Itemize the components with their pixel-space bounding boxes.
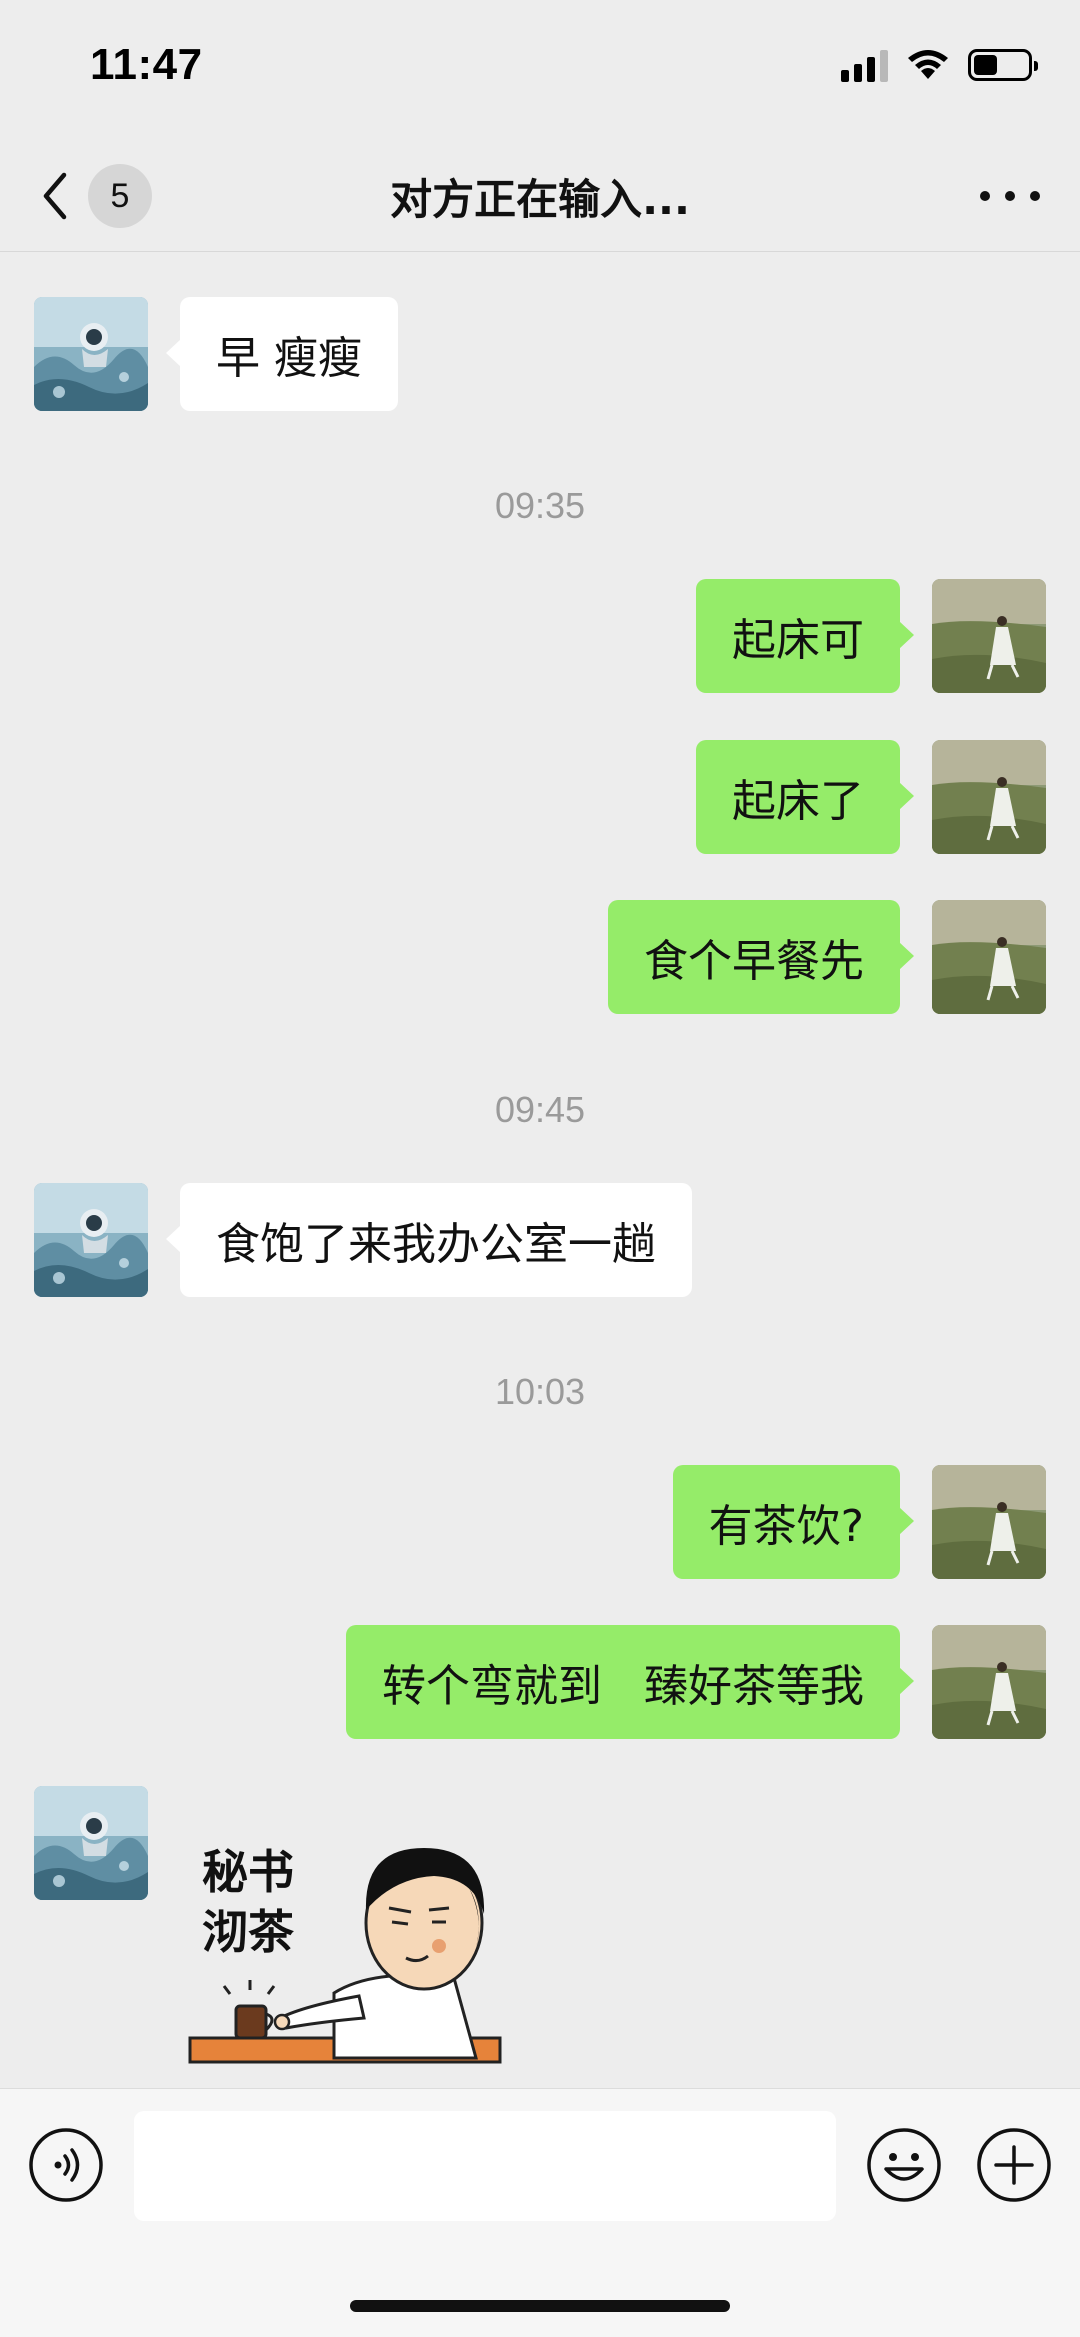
status-bar: 11:47 xyxy=(0,0,1080,140)
incoming-message[interactable]: 食饱了来我办公室一趟 xyxy=(166,1183,692,1297)
battery-icon xyxy=(968,49,1038,81)
chat-title: 对方正在输入... xyxy=(390,175,690,224)
voice-input-icon xyxy=(29,2128,103,2202)
outgoing-message[interactable]: 转个弯就到 臻好茶等我 xyxy=(346,1625,914,1739)
message-input[interactable] xyxy=(134,2111,836,2221)
my-avatar[interactable] xyxy=(932,740,1046,854)
status-icons xyxy=(841,48,1038,82)
outgoing-message[interactable]: 有茶饮? xyxy=(672,1465,915,1579)
wifi-icon xyxy=(908,50,948,79)
ellipsis-icon xyxy=(980,191,990,201)
plus-icon xyxy=(977,2128,1051,2202)
chat-header: 5 对方正在输入... xyxy=(0,140,1080,252)
outgoing-message[interactable]: 起床了 xyxy=(696,740,914,854)
svg-text:沏茶: 沏茶 xyxy=(202,1905,295,1959)
incoming-message[interactable]: 早 瘦瘦 xyxy=(166,297,398,411)
emoji-button[interactable] xyxy=(866,2127,942,2203)
contact-avatar[interactable] xyxy=(34,1183,148,1297)
svg-text:秘书: 秘书 xyxy=(202,1845,294,1899)
voice-button[interactable] xyxy=(28,2127,104,2203)
my-avatar[interactable] xyxy=(932,1625,1046,1739)
my-avatar[interactable] xyxy=(932,900,1046,1014)
outgoing-message[interactable]: 食个早餐先 xyxy=(608,900,914,1014)
emoji-icon xyxy=(867,2128,941,2202)
timestamp: 09:35 xyxy=(494,485,586,526)
message-list[interactable]: 早 瘦瘦 09:35 起床可 起床了 食个早餐先 09:45 食饱了来我办公室一… xyxy=(0,253,1080,2088)
timestamp: 09:45 xyxy=(494,1089,586,1130)
my-avatar[interactable] xyxy=(932,579,1046,693)
my-avatar[interactable] xyxy=(932,1465,1046,1579)
sticker-message[interactable]: 秘书 沏茶 xyxy=(184,1818,514,2083)
contact-avatar[interactable] xyxy=(34,1786,148,1900)
sticker-caption: 秘书 沏茶 xyxy=(202,1845,295,1959)
more-functions-button[interactable] xyxy=(976,2127,1052,2203)
cellular-signal-icon xyxy=(841,48,888,82)
timestamp: 10:03 xyxy=(494,1371,586,1412)
home-indicator[interactable] xyxy=(350,2300,730,2312)
status-time: 11:47 xyxy=(90,40,203,89)
contact-avatar[interactable] xyxy=(34,297,148,411)
outgoing-message[interactable]: 起床可 xyxy=(696,579,914,693)
more-button[interactable] xyxy=(980,176,1040,216)
